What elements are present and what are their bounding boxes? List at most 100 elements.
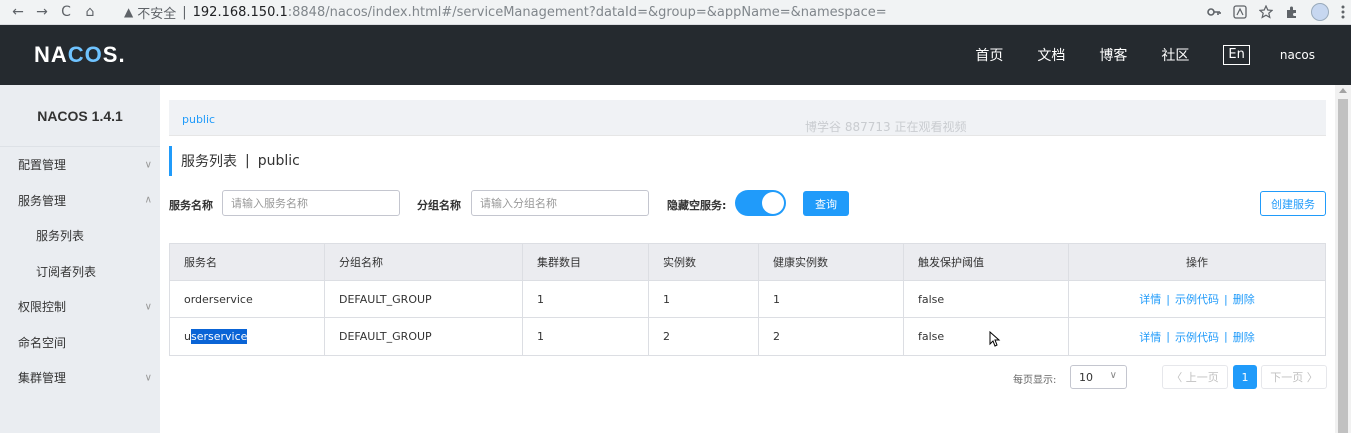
group-name-input[interactable]: 请输入分组名称	[471, 190, 649, 216]
detail-link[interactable]: 详情	[1139, 329, 1161, 345]
service-name-cell: u serservice	[170, 318, 325, 355]
namespace-bar: public	[169, 100, 1326, 136]
table-row: u serservice DEFAULT_GROUP 1 2 2 false 详情…	[170, 318, 1325, 355]
healthy-cell: 2	[759, 318, 904, 355]
sidebar-item-config[interactable]: 配置管理 ∨	[0, 147, 160, 183]
sidebar-title: NACOS 1.4.1	[0, 85, 160, 147]
hide-empty-label: 隐藏空服务:	[667, 199, 727, 212]
action-sep: |	[1166, 292, 1170, 306]
language-switch[interactable]: En	[1223, 45, 1250, 65]
chevron-down-icon: ∨	[1109, 370, 1117, 381]
sidebar-item-label: 命名空间	[18, 335, 67, 350]
service-name-label: 服务名称	[169, 199, 213, 212]
sidebar-item-label: 服务管理	[18, 193, 67, 208]
query-button[interactable]: 查询	[803, 191, 849, 216]
warning-icon[interactable]: ▲	[124, 5, 133, 19]
menu-icon[interactable]	[1341, 5, 1345, 19]
url-host: 192.168.150.1	[192, 4, 288, 20]
sidebar-item-namespace[interactable]: 命名空间	[0, 325, 160, 361]
sidebar-item-subscribers[interactable]: 订阅者列表	[0, 254, 160, 290]
delete-link[interactable]: 删除	[1233, 291, 1255, 307]
sidebar-item-label: 服务列表	[36, 229, 85, 244]
delete-link[interactable]: 删除	[1233, 329, 1255, 345]
star-icon[interactable]	[1259, 5, 1273, 19]
page-title: 服务列表 | public	[169, 146, 300, 176]
per-page-label: 每页显示:	[1013, 375, 1057, 386]
page-title-sep: |	[245, 153, 250, 169]
extension-icon[interactable]	[1285, 5, 1299, 19]
group-name-label: 分组名称	[417, 199, 461, 212]
mouse-cursor-icon	[989, 331, 1001, 347]
clusters-cell: 1	[523, 318, 649, 355]
forward-arrow-icon[interactable]: →	[30, 1, 54, 23]
sidebar-item-label: 订阅者列表	[36, 264, 97, 279]
profile-icon[interactable]	[1311, 3, 1329, 21]
browser-actions	[1207, 1, 1345, 23]
service-name-input[interactable]: 请输入服务名称	[222, 190, 400, 216]
action-sep: |	[1224, 292, 1228, 306]
home-icon[interactable]: ⌂	[78, 1, 102, 23]
top-navbar: NACOS. 首页 文档 博客 社区 En nacos	[0, 25, 1351, 85]
namespace-tab[interactable]: public	[182, 113, 215, 126]
service-name-cell: orderservice	[170, 281, 325, 317]
service-name: u	[184, 330, 191, 343]
nav-community[interactable]: 社区	[1161, 45, 1189, 65]
toggle-knob	[762, 192, 784, 214]
sidebar-item-auth[interactable]: 权限控制 ∨	[0, 289, 160, 325]
col-header: 健康实例数	[759, 244, 904, 280]
threshold-cell: false	[904, 318, 1069, 355]
sample-code-link[interactable]: 示例代码	[1175, 329, 1219, 345]
group-cell: DEFAULT_GROUP	[325, 318, 523, 355]
page-1-button[interactable]: 1	[1233, 365, 1257, 389]
service-table: 服务名 分组名称 集群数目 实例数 健康实例数 触发保护阈值 操作 orders…	[169, 243, 1326, 356]
per-page-select[interactable]: 10 ∨	[1070, 365, 1127, 389]
security-label[interactable]: 不安全	[137, 3, 176, 22]
page-title-namespace: public	[257, 153, 300, 169]
selected-text: serservice	[190, 329, 248, 344]
action-sep: |	[1224, 330, 1228, 343]
key-icon[interactable]	[1207, 5, 1221, 19]
address-bar[interactable]: ▲ 不安全 | 192.168.150.1 :8848/nacos/index.…	[124, 1, 887, 23]
vertical-scrollbar[interactable]	[1335, 85, 1351, 433]
next-page-button[interactable]: 下一页 〉	[1261, 365, 1327, 389]
threshold-cell: false	[904, 281, 1069, 317]
browser-toolbar: ← → C ⌂ ▲ 不安全 | 192.168.150.1 :8848/naco…	[0, 0, 1351, 25]
service-name: orderservice	[184, 292, 253, 306]
scroll-up-arrow-icon[interactable]	[1339, 88, 1347, 93]
action-sep: |	[1166, 330, 1170, 343]
nacos-logo[interactable]: NACOS.	[34, 42, 126, 68]
chevron-up-icon: ∧	[144, 194, 152, 206]
translate-icon[interactable]	[1233, 5, 1247, 19]
app-root: ← → C ⌂ ▲ 不安全 | 192.168.150.1 :8848/naco…	[0, 0, 1351, 433]
sample-code-link[interactable]: 示例代码	[1175, 291, 1219, 307]
table-row: orderservice DEFAULT_GROUP 1 1 1 false 详…	[170, 281, 1325, 318]
prev-page-button[interactable]: 〈 上一页	[1162, 365, 1228, 389]
scrollbar-thumb[interactable]	[1338, 99, 1348, 433]
create-service-button[interactable]: 创建服务	[1260, 191, 1326, 216]
top-nav-items: 首页 文档 博客 社区 En nacos	[941, 25, 1315, 85]
logo-part: NA	[34, 42, 68, 67]
sidebar-item-cluster[interactable]: 集群管理 ∨	[0, 360, 160, 396]
sidebar-item-label: 配置管理	[18, 158, 67, 173]
col-header: 分组名称	[325, 244, 523, 280]
sidebar-item-service[interactable]: 服务管理 ∧	[0, 183, 160, 219]
nav-blog[interactable]: 博客	[1099, 45, 1127, 65]
table-header-row: 服务名 分组名称 集群数目 实例数 健康实例数 触发保护阈值 操作	[170, 244, 1325, 281]
watermark: 博学谷 887713 正在观看视频	[805, 120, 967, 134]
sidebar-item-service-list[interactable]: 服务列表	[0, 218, 160, 254]
per-page-value: 10	[1079, 370, 1093, 384]
chevron-down-icon: ∨	[144, 301, 152, 313]
detail-link[interactable]: 详情	[1139, 291, 1161, 307]
sidebar-item-label: 权限控制	[18, 300, 67, 315]
back-arrow-icon[interactable]: ←	[6, 1, 30, 23]
reload-icon[interactable]: C	[54, 1, 78, 23]
actions-cell: 详情 | 示例代码 | 删除	[1069, 318, 1325, 355]
user-menu[interactable]: nacos	[1280, 48, 1315, 62]
nav-docs[interactable]: 文档	[1037, 45, 1065, 65]
nav-home[interactable]: 首页	[975, 45, 1003, 65]
col-header: 操作	[1186, 256, 1208, 269]
instances-cell: 2	[649, 318, 759, 355]
hide-empty-toggle[interactable]	[735, 190, 786, 216]
clusters-cell: 1	[523, 281, 649, 317]
sidebar-item-label: 集群管理	[18, 371, 67, 386]
